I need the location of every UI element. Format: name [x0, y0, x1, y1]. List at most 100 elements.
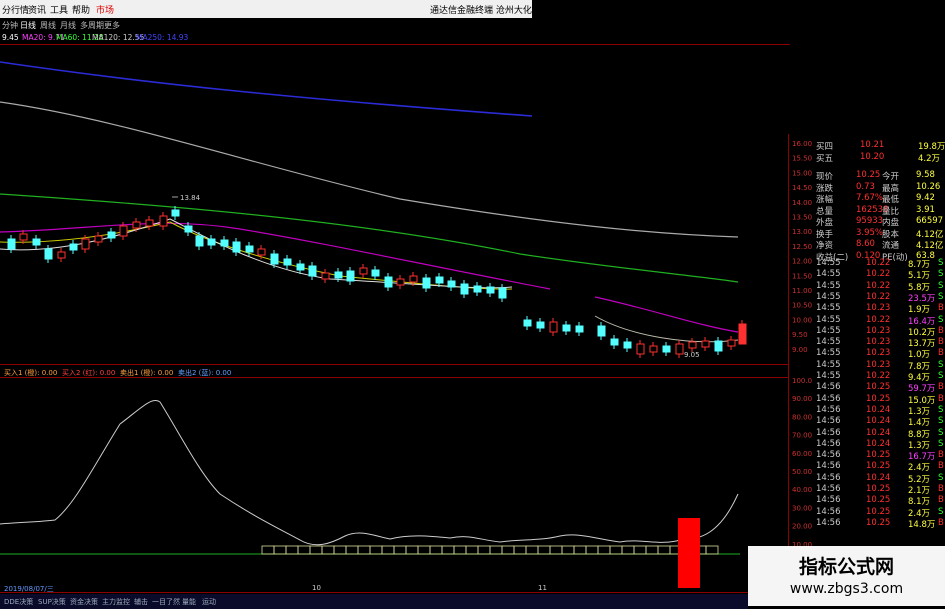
- menu-item-tools[interactable]: 工具: [50, 3, 68, 16]
- quote-row: 涨幅 7.67% 最低 9.42: [812, 193, 945, 205]
- tick-side: B: [938, 303, 944, 314]
- tick-price: 10.22: [866, 371, 891, 381]
- indicator-box: [561, 545, 575, 555]
- indicator-box: [513, 545, 527, 555]
- tick-row: 14:55 10.22 5.1万 S: [812, 269, 945, 282]
- menu-item-market[interactable]: 分行情: [2, 3, 29, 16]
- tick-price: 10.22: [866, 314, 891, 325]
- watermark-title: 指标公式网: [798, 556, 894, 578]
- candle-body: [283, 258, 292, 266]
- candle-body: [81, 238, 90, 250]
- ma5-line-2: [594, 315, 739, 343]
- kline-chart[interactable]: 13.84 9.05 16.00 15.50 15.00 14.50 14.00 13.5…: [0, 44, 812, 604]
- tick-price: 10.24: [866, 438, 891, 449]
- quote-value: 95933: [856, 216, 884, 226]
- x-axis-label-10: 10: [312, 584, 321, 592]
- tick-volume: 1.0万: [908, 350, 931, 361]
- tick-price: 10.22: [866, 269, 891, 280]
- indicator-box: [489, 545, 503, 555]
- tick-row: 14:55 10.22 5.8万 S: [812, 281, 945, 293]
- price-axis-tick: 13.00: [792, 228, 812, 236]
- candle-body: [409, 275, 418, 283]
- indicator-box: [405, 545, 419, 555]
- tick-time: 14:56: [816, 495, 841, 506]
- period-tab-bar: 分钟 日线 周线 月线 多周期 更多: [0, 18, 532, 32]
- quote-label: 量比: [882, 206, 900, 217]
- candle-body: [32, 238, 41, 246]
- indicator-box: [321, 545, 335, 555]
- quote-value: 0.73: [856, 181, 875, 192]
- quote-value: 3.91: [916, 204, 935, 215]
- bid5-row: 买五 10.20 4.2万: [816, 152, 941, 164]
- tick-price: 10.23: [866, 303, 891, 314]
- menu-item-help[interactable]: 帮助: [72, 3, 90, 16]
- indicator-box: [621, 545, 635, 555]
- tick-time: 14:56: [816, 438, 841, 449]
- tick-side: B: [938, 337, 944, 348]
- indicator-box: [393, 545, 407, 555]
- ma250-value: MA250: 14.93: [136, 33, 189, 42]
- watermark-url: www.zbgs3.com: [789, 581, 904, 597]
- bottom-tab-dde[interactable]: DDE决策: [4, 597, 33, 607]
- quote-label: 涨幅: [816, 195, 834, 205]
- indicator-box: [297, 545, 311, 555]
- quote-label: 最高: [882, 183, 900, 194]
- candle-body: [422, 277, 431, 289]
- tick-time: 14:55: [816, 258, 841, 268]
- ma250-line: [0, 61, 533, 117]
- tick-side: S: [938, 427, 944, 438]
- tick-volume: 7.8万: [908, 361, 931, 372]
- quote-value: 66597: [916, 216, 944, 226]
- price-axis-tick: 10.00: [792, 316, 812, 324]
- candle-body: [610, 338, 619, 346]
- tick-side: S: [938, 404, 944, 415]
- tick-side: S: [938, 506, 944, 517]
- bottom-tab-assist[interactable]: 辅击: [134, 597, 148, 607]
- tick-row: 14:56 10.24 5.2万 S: [812, 473, 945, 485]
- candle-body: [245, 245, 254, 253]
- candle-body: [270, 253, 279, 265]
- tab-multi-period[interactable]: 多周期: [80, 20, 104, 31]
- tick-row: 14:56 10.25 8.1万 B: [812, 495, 945, 507]
- bottom-tab-monitor[interactable]: 主力监控: [102, 597, 130, 607]
- tick-volume: 5.1万: [908, 271, 931, 282]
- candle-body: [714, 340, 723, 352]
- indicator-box: [429, 545, 443, 555]
- menu-item-markets[interactable]: 市场: [96, 3, 114, 16]
- indicator-box: [657, 545, 671, 555]
- bottom-tab-volume[interactable]: 量能: [182, 597, 196, 607]
- bottom-tab-motion[interactable]: 运动: [202, 597, 216, 607]
- indicator-axis-tick: 100.0: [792, 377, 812, 385]
- bottom-tab-overview[interactable]: 一目了然: [152, 597, 180, 607]
- tab-more[interactable]: 更多: [104, 20, 120, 31]
- quote-row: 现价 10.25 今开 9.58: [812, 170, 945, 182]
- menu-bar: 分行情 资讯 工具 帮助 市场 通达信金融终端 沧州大化: [0, 0, 532, 19]
- bid4-row: 买四 10.21 19.8万: [816, 140, 945, 152]
- tick-volume: 23.5万: [908, 293, 936, 304]
- quote-label: 涨跌: [816, 183, 834, 194]
- price-axis-tick: 9.50: [792, 331, 808, 339]
- tab-daily[interactable]: 日线: [20, 20, 36, 31]
- tick-price: 10.23: [866, 348, 891, 359]
- candle-body: [184, 225, 193, 233]
- candle-body: [334, 271, 343, 279]
- tab-monthly[interactable]: 月线: [60, 20, 76, 31]
- indicator-axis-tick: 50.00: [792, 468, 812, 476]
- bottom-tab-sup[interactable]: SUP决策: [38, 597, 66, 607]
- quote-value: 8.60: [856, 239, 875, 249]
- signal-bar: [678, 518, 700, 588]
- tick-volume: 16.7万: [908, 452, 936, 463]
- tick-row: 14:55 10.23 1.0万 B: [812, 348, 945, 361]
- tick-row: 14:55 10.23 10.2万 B: [812, 326, 945, 338]
- bottom-tab-fund[interactable]: 资金决策: [70, 597, 98, 607]
- indicator-box: [501, 545, 515, 555]
- indicator-axis-tick: 60.00: [792, 450, 812, 458]
- tab-minute[interactable]: 分钟: [2, 20, 18, 31]
- menu-item-news[interactable]: 资讯: [28, 3, 46, 16]
- indicator-box: [705, 545, 719, 555]
- tick-time: 14:56: [816, 382, 841, 393]
- tab-weekly[interactable]: 周线: [40, 20, 56, 31]
- candle-body: [220, 239, 229, 247]
- tick-row: 14:56 10.24 1.3万 S: [812, 404, 945, 417]
- tick-side: S: [938, 371, 944, 381]
